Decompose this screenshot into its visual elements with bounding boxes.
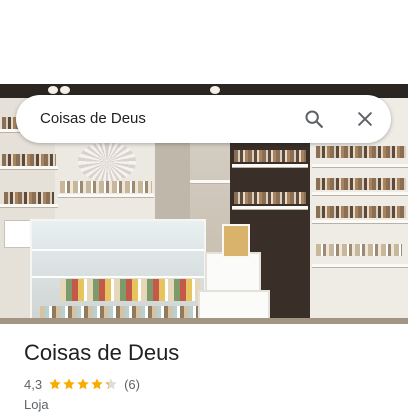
photo-shelf [312,264,408,267]
ceiling-light [210,86,220,94]
close-icon [358,112,372,126]
photo-shelf [0,204,58,207]
photo-shelf [312,220,408,223]
photo-figurines [60,181,152,193]
photo-shelf [312,192,408,195]
star-icon [63,378,75,390]
photo-shelf [0,166,58,169]
top-blank-area [0,0,408,84]
star-icon [49,378,61,390]
photo-shelf [58,194,154,197]
photo-floor [0,318,408,324]
photo-figurines [234,150,306,162]
photo-shelf [232,206,308,209]
photo-store-sign [4,220,32,248]
photo-shelf [312,164,408,167]
photo-sunburst-ornament [78,142,136,182]
rating-value: 4,3 [24,376,43,392]
search-button[interactable] [298,103,330,135]
star-icon [91,378,103,390]
search-input[interactable]: Coisas de Deus [40,95,146,143]
photo-figurines [316,244,402,256]
place-title: Coisas de Deus [24,340,180,365]
photo-shelf [232,164,308,167]
reviews-count[interactable]: (6) [124,377,140,392]
photo-figurines [316,178,406,190]
photo-figurines [234,192,306,204]
photo-display-cube [205,252,261,294]
star-icon [77,378,89,390]
photo-religious-card [222,224,250,258]
photo-figurines [2,154,56,166]
photo-counter-shelf [32,249,204,251]
search-icon [305,110,323,128]
photo-candles [60,279,200,301]
search-bar[interactable]: Coisas de Deus [16,95,391,143]
clear-search-button[interactable] [349,103,381,135]
rating-stars [48,377,118,391]
photo-counter-shelf [32,276,204,278]
rating-row[interactable]: 4,3 (6) [24,375,140,393]
photo-figurines [316,146,406,158]
ceiling-light [48,86,58,94]
star-icon [105,378,117,390]
photo-shelf [190,180,230,183]
place-category: Loja [24,397,49,412]
photo-figurines [4,192,54,204]
ceiling-light [60,86,70,94]
photo-figurines [316,206,406,218]
